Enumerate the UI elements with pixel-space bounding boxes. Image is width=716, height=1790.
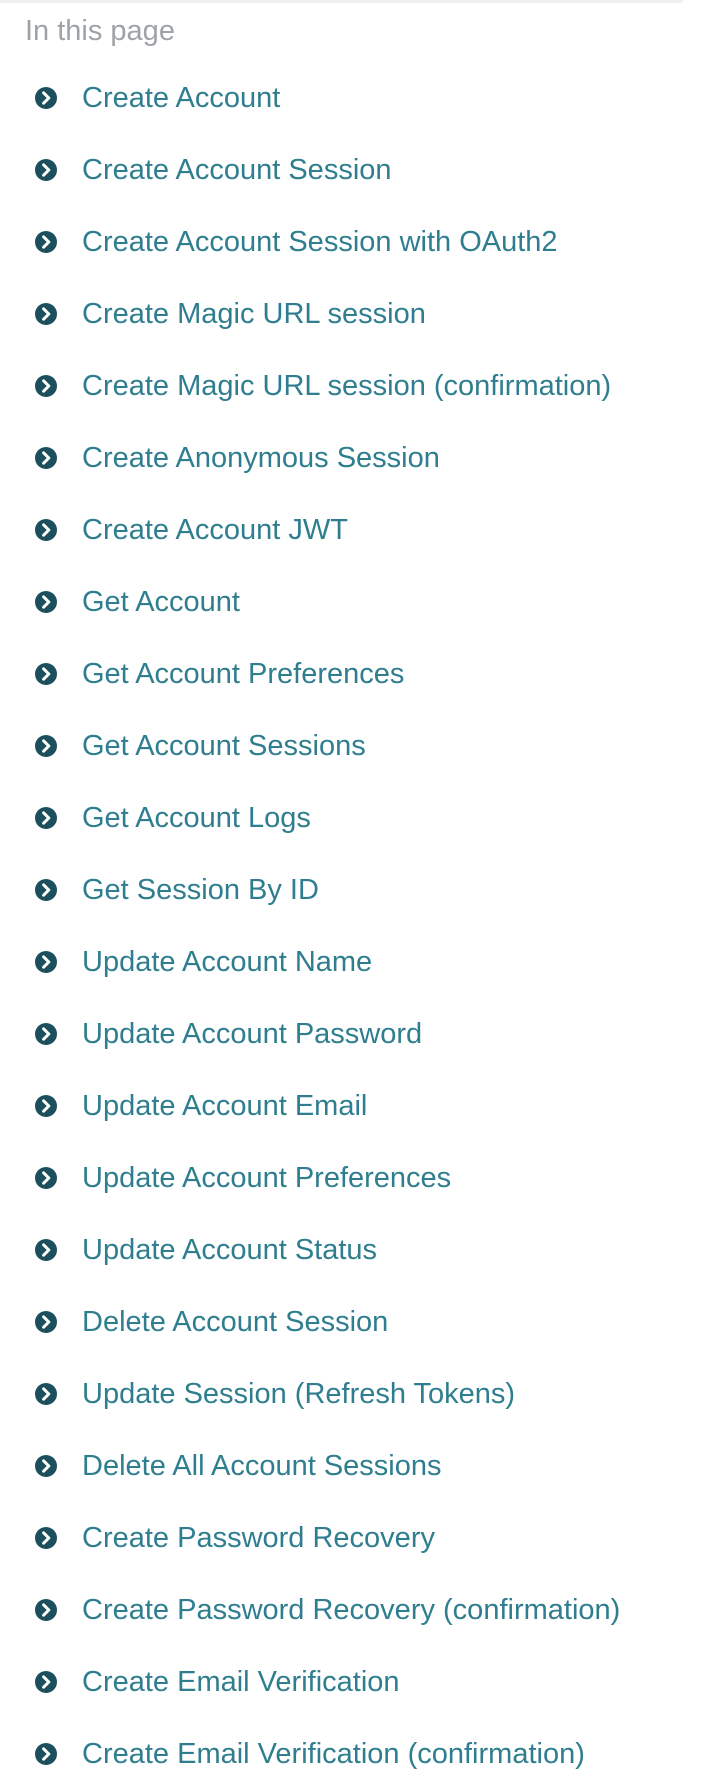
toc-item: Update Account Name [25,926,695,998]
toc-link[interactable]: Update Account Name [82,945,372,979]
toc-link[interactable]: Create Magic URL session [82,297,426,331]
chevron-circle-right-icon [35,591,57,613]
chevron-circle-right-icon [35,1239,57,1261]
chevron-circle-right-icon [35,1455,57,1477]
toc-link[interactable]: Update Session (Refresh Tokens) [82,1377,515,1411]
chevron-circle-right-icon [35,303,57,325]
toc-link[interactable]: Create Account Session [82,153,392,187]
toc-item: Create Password Recovery (confirmation) [25,1574,695,1646]
toc-link[interactable]: Create Password Recovery [82,1521,435,1555]
toc-heading: In this page [25,15,175,47]
toc-link[interactable]: Create Email Verification [82,1665,400,1699]
toc-item: Create Anonymous Session [25,422,695,494]
chevron-circle-right-icon [35,1599,57,1621]
toc-item: Get Account Sessions [25,710,695,782]
toc-item: Create Account [25,62,695,134]
chevron-circle-right-icon [35,879,57,901]
toc-link[interactable]: Update Account Email [82,1089,367,1123]
chevron-circle-right-icon [35,375,57,397]
toc-link[interactable]: Delete Account Session [82,1305,388,1339]
toc-item: Create Account JWT [25,494,695,566]
chevron-circle-right-icon [35,1527,57,1549]
toc-link[interactable]: Get Account Preferences [82,657,404,691]
toc-link[interactable]: Create Account JWT [82,513,348,547]
toc-link[interactable]: Get Account Sessions [82,729,366,763]
toc-link[interactable]: Create Password Recovery (confirmation) [82,1593,620,1627]
toc-item: Get Account [25,566,695,638]
toc-item: Update Account Email [25,1070,695,1142]
toc-link[interactable]: Create Magic URL session (confirmation) [82,369,611,403]
toc-item: Update Session (Refresh Tokens) [25,1358,695,1430]
chevron-circle-right-icon [35,1383,57,1405]
toc-link[interactable]: Create Account Session with OAuth2 [82,225,558,259]
chevron-circle-right-icon [35,663,57,685]
toc-item: Update Account Password [25,998,695,1070]
chevron-circle-right-icon [35,1743,57,1765]
toc-link[interactable]: Update Account Status [82,1233,377,1267]
chevron-circle-right-icon [35,87,57,109]
toc-item: Create Magic URL session [25,278,695,350]
toc-link[interactable]: Get Account [82,585,240,619]
toc-link[interactable]: Delete All Account Sessions [82,1449,441,1483]
toc-item: Update Account Preferences [25,1142,695,1214]
chevron-circle-right-icon [35,1311,57,1333]
top-divider [0,0,683,3]
toc-item: Delete All Account Sessions [25,1430,695,1502]
chevron-circle-right-icon [35,447,57,469]
chevron-circle-right-icon [35,1167,57,1189]
chevron-circle-right-icon [35,735,57,757]
toc-item: Create Account Session with OAuth2 [25,206,695,278]
toc-item: Get Session By ID [25,854,695,926]
toc-link[interactable]: Create Email Verification (confirmation) [82,1737,585,1771]
toc-link[interactable]: Get Session By ID [82,873,319,907]
toc-link[interactable]: Create Anonymous Session [82,441,440,475]
chevron-circle-right-icon [35,1095,57,1117]
chevron-circle-right-icon [35,951,57,973]
table-of-contents: In this page Create Account Create Accoun… [25,14,695,1790]
toc-item: Create Account Session [25,134,695,206]
toc-item: Create Email Verification [25,1646,695,1718]
toc-item: Get Account Preferences [25,638,695,710]
chevron-circle-right-icon [35,159,57,181]
toc-list: Create Account Create Account Session Crea… [25,62,695,1790]
toc-item: Update Account Status [25,1214,695,1286]
chevron-circle-right-icon [35,519,57,541]
chevron-circle-right-icon [35,231,57,253]
toc-item: Create Magic URL session (confirmation) [25,350,695,422]
chevron-circle-right-icon [35,1023,57,1045]
toc-link[interactable]: Update Account Preferences [82,1161,451,1195]
toc-item: Create Password Recovery [25,1502,695,1574]
toc-item: Delete Account Session [25,1286,695,1358]
toc-link[interactable]: Update Account Password [82,1017,422,1051]
toc-item: Create Email Verification (confirmation) [25,1718,695,1790]
toc-link[interactable]: Create Account [82,81,280,115]
toc-link[interactable]: Get Account Logs [82,801,311,835]
toc-item: Get Account Logs [25,782,695,854]
chevron-circle-right-icon [35,807,57,829]
chevron-circle-right-icon [35,1671,57,1693]
